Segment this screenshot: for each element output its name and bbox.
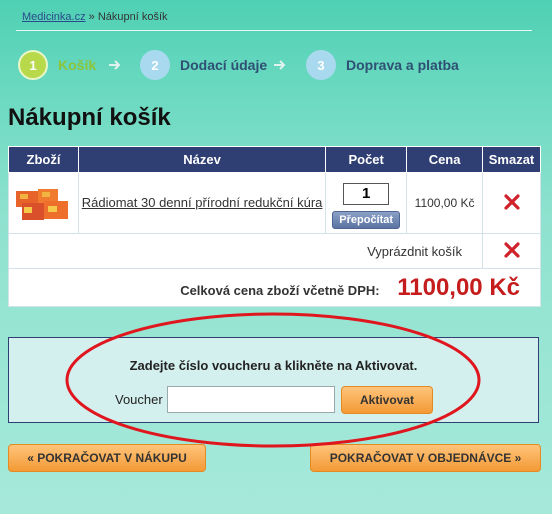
breadcrumb-separator: » [88,11,95,23]
voucher-instruction: Zadejte číslo voucheru a klikněte na Akt… [129,358,418,373]
table-header-row: Zboží Název Počet Cena Smazat [8,146,541,173]
total-value: 1100,00 Kč [397,273,520,301]
arrow-right-icon [274,60,286,70]
page-title: Nákupní košík [8,104,171,131]
delete-x-icon[interactable] [503,241,520,258]
voucher-panel: Zadejte číslo voucheru a klikněte na Akt… [8,337,539,423]
product-link[interactable]: Rádiomat 30 denní přírodní redukční kúra [82,195,323,210]
column-header: Cena [406,146,484,173]
delete-x-icon[interactable] [503,193,520,210]
step-shipping[interactable]: 3 Doprava a platba [306,50,459,80]
continue-order-button[interactable]: POKRAČOVAT V OBJEDNÁVCE » [310,444,541,472]
quantity-cell: 1 Přepočítat [325,172,408,234]
step-number: 3 [306,50,336,80]
step-label: Dodací údaje [180,57,268,73]
quantity-input[interactable]: 1 [343,182,390,205]
arrow-right-icon [109,60,121,70]
voucher-label: Voucher [115,392,163,407]
voucher-input[interactable] [167,386,335,413]
delete-cell [482,172,541,234]
breadcrumb-home-link[interactable]: Medicinka.cz [22,11,86,23]
step-label: Doprava a platba [346,57,459,73]
breadcrumb-current: Nákupní košík [97,11,168,23]
breadcrumb: Medicinka.cz » Nákupní košík [22,11,168,23]
continue-shopping-button[interactable]: « POKRAČOVAT V NÁKUPU [8,444,206,472]
recalculate-button[interactable]: Přepočítat [332,210,401,229]
delete-cell [482,233,541,269]
column-header: Smazat [482,146,541,173]
step-number: 2 [140,50,170,80]
empty-cart-row: Vyprázdnit košík [7,233,541,269]
cart-table: Zboží Název Počet Cena Smazat Rádiomat 3… [7,146,541,307]
column-header: Název [77,146,327,173]
column-header: Počet [325,146,408,173]
step-cart[interactable]: 1 Košík [18,50,96,80]
product-name-cell: Rádiomat 30 denní přírodní redukční kúra [77,172,327,234]
step-delivery[interactable]: 2 Dodací údaje [140,50,267,80]
total-label: Celková cena zboží včetně DPH: [180,282,380,298]
column-header: Zboží [8,146,79,173]
step-number: 1 [18,50,48,80]
activate-button[interactable]: Aktivovat [341,386,433,414]
product-image-cell [8,172,79,234]
product-box-icon[interactable] [14,181,72,225]
divider [16,30,532,31]
empty-cart-label[interactable]: Vyprázdnit košík [7,233,484,269]
total-row: Celková cena zboží včetně DPH: 1100,00 K… [8,268,541,307]
step-label: Košík [58,57,97,73]
total-cell: Celková cena zboží včetně DPH: 1100,00 K… [8,268,541,307]
price-cell: 1100,00 Kč [406,172,484,234]
table-row: Rádiomat 30 denní přírodní redukční kúra… [8,172,541,234]
